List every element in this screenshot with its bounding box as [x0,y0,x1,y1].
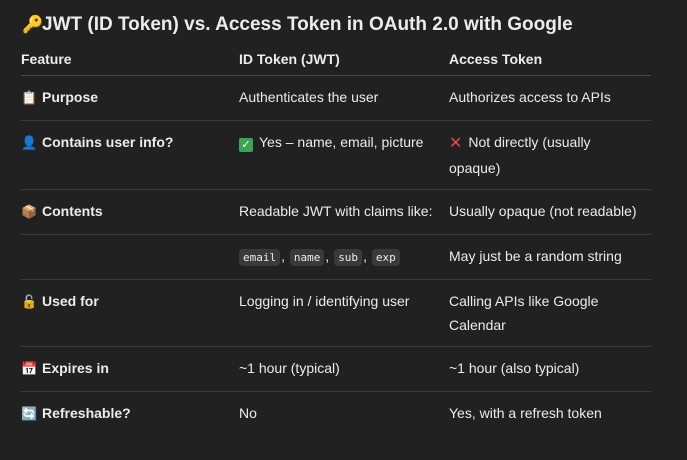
access-token-cell: May just be a random string [449,234,651,280]
table-row: 📅 Expires in ~1 hour (typical) ~1 hour (a… [21,346,651,392]
page-title: 🔑JWT (ID Token) vs. Access Token in OAut… [22,14,573,36]
feature-label: Used for [42,293,99,309]
person-icon: 👤 [21,136,38,151]
column-header-id-token: ID Token (JWT) [239,43,449,76]
comparison-table: Feature ID Token (JWT) Access Token 📋 Pur… [21,43,651,436]
feature-cell: 🔄 Refreshable? [21,392,239,437]
clipboard-icon: 📋 [21,91,38,106]
feature-label: Expires in [42,360,109,376]
unlock-icon: 🔓 [21,295,38,310]
check-mark-icon: ✓ [239,138,253,152]
column-header-access-token: Access Token [449,43,651,76]
feature-label: Contains user info? [42,134,174,150]
id-token-cell: ~1 hour (typical) [239,346,449,392]
feature-label: Contents [42,203,103,219]
calendar-icon: 📅 [21,362,38,377]
feature-cell: 👤 Contains user info? [21,120,239,190]
table-row: 📋 Purpose Authenticates the user Authoriz… [21,75,651,121]
access-token-cell: ~1 hour (also typical) [449,346,651,392]
table-row: 🔄 Refreshable? No Yes, with a refresh tok… [21,392,651,437]
access-token-cell: Authorizes access to APIs [449,75,651,121]
claim-code: email [239,249,281,266]
feature-cell: 📋 Purpose [21,75,239,121]
access-token-cell: Calling APIs like Google Calendar [449,279,651,347]
access-token-cell: ✕ Not directly (usually opaque) [449,120,651,190]
page-title-text: JWT (ID Token) vs. Access Token in OAuth… [42,14,573,35]
feature-label: Refreshable? [42,405,131,421]
access-token-text: Not directly (usually opaque) [449,134,591,176]
claims-cell: email, name, sub, exp [239,234,449,280]
feature-cell: 🔓 Used for [21,279,239,347]
refresh-icon: 🔄 [21,407,38,422]
table-row: email, name, sub, exp May just be a rand… [21,234,651,280]
feature-label: Purpose [42,89,99,105]
id-token-cell: ✓ Yes – name, email, picture [239,120,449,190]
claim-code: name [289,249,325,266]
table-row: 🔓 Used for Logging in / identifying user … [21,279,651,347]
id-token-text: Yes – name, email, picture [259,134,424,150]
feature-cell: 📦 Contents [21,189,239,235]
table-header-row: Feature ID Token (JWT) Access Token [21,43,651,76]
access-token-cell: Usually opaque (not readable) [449,189,651,235]
table-row: 📦 Contents Readable JWT with claims like:… [21,189,651,235]
feature-cell: 📅 Expires in [21,346,239,392]
cross-mark-icon: ✕ [449,135,463,152]
id-token-cell: No [239,405,257,421]
id-token-cell: Readable JWT with claims like: [239,189,449,235]
access-token-cell: Yes, with a refresh token [449,405,602,421]
claim-code: sub [334,249,363,266]
id-token-cell: Authenticates the user [239,75,449,121]
package-icon: 📦 [21,205,38,220]
table-row: 👤 Contains user info? ✓ Yes – name, email,… [21,120,651,190]
claim-code: exp [371,249,400,266]
id-token-cell: Logging in / identifying user [239,279,449,347]
column-header-feature: Feature [21,43,239,76]
feature-cell [21,234,239,280]
key-icon: 🔑 [22,15,44,35]
